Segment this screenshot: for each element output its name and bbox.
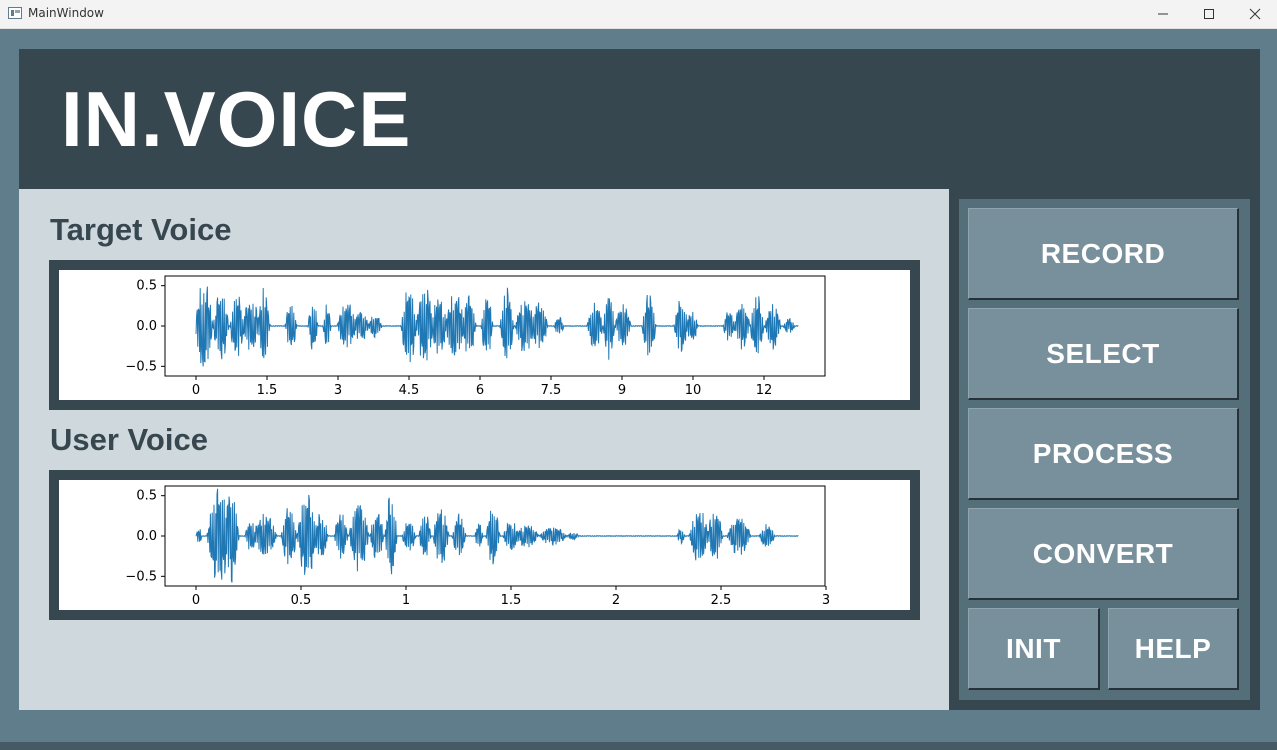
user-voice-title: User Voice (50, 422, 208, 457)
title-bar: MainWindow (0, 0, 1277, 29)
maximize-icon (1204, 9, 1214, 19)
y-tick-label: 0.0 (136, 529, 157, 544)
x-tick-label: 0.5 (291, 593, 312, 608)
control-panel: RECORD SELECT PROCESS CONVERT INIT HELP (959, 199, 1250, 700)
target-voice-plot: 0.5 0.0 −0.5 0 1.5 3 4.5 6 7.5 9 10 12 (59, 270, 910, 400)
minimize-button[interactable] (1140, 0, 1186, 28)
status-strip (0, 742, 1277, 750)
x-tick-label: 6 (476, 383, 484, 398)
minimize-icon (1158, 13, 1168, 15)
user-voice-plot: 0.5 0.0 −0.5 0 0.5 1 1.5 2 2.5 3 (59, 480, 910, 610)
waveform-line (195, 286, 799, 367)
y-tick-label: −0.5 (125, 359, 157, 374)
help-button[interactable]: HELP (1108, 608, 1239, 690)
convert-button[interactable]: CONVERT (968, 508, 1239, 600)
control-sidebar: RECORD SELECT PROCESS CONVERT INIT HELP (949, 189, 1260, 710)
maximize-button[interactable] (1186, 0, 1232, 28)
x-tick-label: 1 (402, 593, 410, 608)
init-button[interactable]: INIT (968, 608, 1100, 690)
target-voice-title: Target Voice (50, 212, 232, 247)
user-waveform-chart: 0.5 0.0 −0.5 0 0.5 1 1.5 2 2.5 3 (125, 485, 830, 608)
y-tick-label: 0.0 (136, 319, 157, 334)
select-button[interactable]: SELECT (968, 308, 1239, 400)
x-tick-label: 4.5 (399, 383, 420, 398)
x-tick-label: 3 (334, 383, 342, 398)
app-header: IN.VOICE (19, 49, 1260, 189)
window-title: MainWindow (28, 6, 104, 20)
x-tick-label: 1.5 (257, 383, 278, 398)
app-icon (8, 7, 22, 19)
x-tick-label: 9 (618, 383, 626, 398)
x-tick-label: 7.5 (541, 383, 562, 398)
x-tick-label: 2.5 (711, 593, 732, 608)
app-title: IN.VOICE (61, 75, 412, 163)
waveform-panel: Target Voice 0.5 0.0 −0.5 0 1.5 3 4.5 6 7.5 9 10 12… (19, 189, 949, 710)
x-tick-label: 0 (192, 383, 200, 398)
target-voice-plot-frame: 0.5 0.0 −0.5 0 1.5 3 4.5 6 7.5 9 10 12 (49, 260, 920, 410)
x-tick-label: 12 (756, 383, 773, 398)
x-tick-label: 10 (685, 383, 702, 398)
close-button[interactable] (1232, 0, 1277, 28)
user-voice-plot-frame: 0.5 0.0 −0.5 0 0.5 1 1.5 2 2.5 3 (49, 470, 920, 620)
x-tick-label: 3 (822, 593, 830, 608)
waveform-line (195, 488, 799, 583)
record-button[interactable]: RECORD (968, 208, 1239, 300)
target-waveform-chart: 0.5 0.0 −0.5 0 1.5 3 4.5 6 7.5 9 10 12 (125, 275, 826, 398)
y-tick-label: −0.5 (125, 569, 157, 584)
x-tick-label: 0 (192, 593, 200, 608)
process-button[interactable]: PROCESS (968, 408, 1239, 500)
y-tick-label: 0.5 (136, 279, 157, 294)
y-tick-label: 0.5 (136, 489, 157, 504)
x-tick-label: 2 (612, 593, 620, 608)
close-icon (1249, 8, 1261, 20)
x-tick-label: 1.5 (501, 593, 522, 608)
